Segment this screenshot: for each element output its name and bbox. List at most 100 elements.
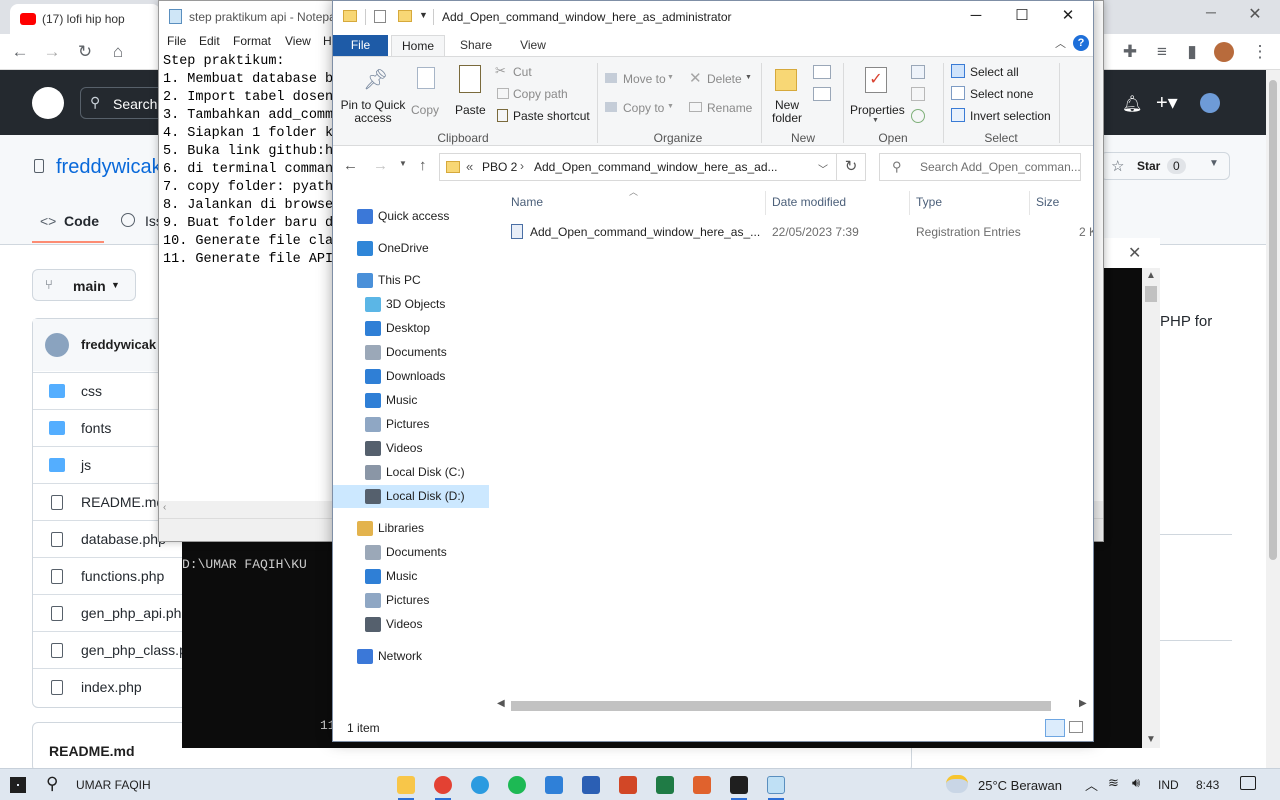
hscroll-thumb[interactable] — [511, 701, 1051, 711]
copy-to-button[interactable]: Copy to ▼ — [603, 98, 679, 118]
menu-edit[interactable]: Edit — [199, 34, 220, 48]
nav-item-libraries[interactable]: Libraries — [333, 517, 489, 540]
notepad-text-area[interactable]: Step praktikum: 1. Membuat database b 2. I… — [163, 53, 333, 269]
column-separator[interactable] — [1029, 191, 1030, 215]
column-name[interactable]: Name — [511, 195, 543, 209]
copy-path-button[interactable]: Copy path — [493, 85, 583, 103]
move-to-button[interactable]: Move to ▼ — [603, 69, 679, 89]
star-button[interactable]: ☆ Star 0 ▼ — [1100, 152, 1230, 180]
recent-locations-icon[interactable]: ▼ — [399, 159, 407, 168]
up-icon[interactable]: ↑ — [419, 157, 427, 174]
breadcrumb-pbo2[interactable]: PBO 2 — [482, 160, 517, 174]
menu-format[interactable]: Format — [233, 34, 271, 48]
powerpoint-taskbar-icon[interactable] — [619, 776, 637, 794]
rename-button[interactable]: Rename — [687, 98, 757, 118]
extensions-icon[interactable]: ✚ — [1118, 40, 1142, 64]
delete-button[interactable]: ✕ Delete ▼ — [687, 69, 757, 89]
new-folder-qat-icon[interactable] — [398, 10, 412, 22]
app-taskbar-icon[interactable] — [693, 776, 711, 794]
refresh-icon[interactable]: ↻ — [836, 153, 866, 181]
qat-dropdown-icon[interactable]: ▼ — [419, 10, 428, 20]
nav-item-downloads[interactable]: Downloads — [333, 365, 489, 388]
file-pane-hscroll[interactable]: ◀ ▶ — [493, 697, 1091, 714]
new-item-icon[interactable] — [813, 65, 831, 79]
column-date[interactable]: Date modified — [772, 195, 846, 209]
file-explorer-taskbar-icon[interactable] — [397, 776, 415, 794]
open-icon[interactable] — [911, 65, 925, 79]
new-folder-button[interactable]: New folder — [765, 61, 809, 129]
pin-quick-access-button[interactable]: 📌︎ Pin to Quick access — [337, 61, 409, 129]
tab-file[interactable]: File — [333, 35, 388, 56]
notepad-taskbar-icon[interactable] — [767, 776, 785, 794]
menu-kebab-icon[interactable]: ⋮ — [1248, 40, 1272, 64]
github-search-input[interactable]: ⚲ Search — [80, 87, 170, 119]
search-icon[interactable]: ⚲ — [46, 774, 58, 794]
branch-selector[interactable]: ⑂ main ▼ — [32, 269, 136, 301]
nav-item-pictures[interactable]: Pictures — [333, 413, 489, 436]
forward-icon[interactable]: → — [373, 157, 388, 174]
vscode-taskbar-icon[interactable] — [545, 776, 563, 794]
paste-shortcut-button[interactable]: Paste shortcut — [493, 107, 593, 125]
select-none-button[interactable]: Select none — [949, 85, 1059, 103]
copy-button[interactable]: Copy — [409, 61, 445, 129]
menu-help[interactable]: H — [323, 34, 332, 48]
scroll-right-icon[interactable]: ▶ — [1079, 698, 1087, 709]
readme-heading[interactable]: README.md — [49, 743, 135, 759]
paste-button[interactable]: Paste — [451, 61, 491, 129]
wifi-icon[interactable]: ≋ — [1108, 775, 1119, 791]
profile-avatar[interactable] — [1214, 42, 1234, 62]
nav-item-music[interactable]: Music — [333, 389, 489, 412]
weather-icon[interactable] — [946, 775, 968, 793]
tab-view[interactable]: View — [507, 35, 559, 56]
windows-start-icon[interactable] — [10, 777, 26, 793]
side-panel-icon[interactable]: ▮ — [1180, 40, 1204, 64]
easy-access-icon[interactable] — [813, 87, 831, 101]
chrome-taskbar-icon[interactable] — [434, 776, 452, 794]
select-all-button[interactable]: Select all — [949, 63, 1059, 81]
search-input[interactable]: ⚲ Search Add_Open_comman... — [879, 153, 1081, 181]
column-separator[interactable] — [909, 191, 910, 215]
column-type[interactable]: Type — [916, 195, 942, 209]
tab-code[interactable]: Code — [64, 213, 99, 229]
input-language[interactable]: IND — [1158, 778, 1179, 792]
large-icons-view-icon[interactable] — [1069, 721, 1083, 733]
details-view-icon[interactable] — [1045, 719, 1065, 737]
column-separator[interactable] — [765, 191, 766, 215]
nav-item-documents[interactable]: Documents — [333, 341, 489, 364]
volume-icon[interactable]: 🔊︎ — [1132, 775, 1140, 791]
browser-scrollbar[interactable] — [1266, 70, 1280, 768]
minimize-icon[interactable]: ─ — [1196, 4, 1226, 28]
reload-icon[interactable]: ↻ — [73, 40, 97, 64]
file-row[interactable]: Add_Open_command_window_here_as_... 22/0… — [505, 221, 1093, 243]
collapse-ribbon-icon[interactable]: ︿ — [1055, 35, 1066, 51]
close-icon[interactable]: ✕ — [1045, 1, 1091, 32]
github-logo-icon[interactable] — [32, 87, 64, 119]
scroll-down-icon[interactable]: ▼ — [1146, 734, 1156, 745]
nav-item-onedrive[interactable]: OneDrive — [333, 237, 489, 260]
nav-item-objects3d[interactable]: 3D Objects — [333, 293, 489, 316]
tab-share[interactable]: Share — [449, 35, 503, 56]
terminal-taskbar-icon[interactable] — [730, 776, 748, 794]
edge-taskbar-icon[interactable] — [471, 776, 489, 794]
scroll-up-icon[interactable]: ▲ — [1146, 270, 1156, 281]
address-bar[interactable]: « PBO 2 › Add_Open_command_window_here_a… — [439, 153, 837, 181]
taskbar-search-text[interactable]: UMAR FAQIH — [76, 778, 151, 792]
nav-item-local-d[interactable]: Local Disk (D:) — [333, 485, 489, 508]
nav-item-this-pc[interactable]: This PC — [333, 269, 489, 292]
spotify-taskbar-icon[interactable] — [508, 776, 526, 794]
back-icon[interactable]: ← — [8, 40, 32, 64]
column-size[interactable]: Size — [1036, 195, 1059, 209]
word-taskbar-icon[interactable] — [582, 776, 600, 794]
user-avatar[interactable] — [1200, 93, 1220, 113]
tab-home[interactable]: Home — [391, 35, 445, 56]
weather-text[interactable]: 25°C Berawan — [978, 778, 1062, 793]
back-icon[interactable]: ← — [343, 157, 358, 174]
close-icon[interactable]: ✕ — [1128, 243, 1141, 263]
repo-owner-link[interactable]: freddywicak — [56, 156, 162, 179]
nav-item-local-c[interactable]: Local Disk (C:) — [333, 461, 489, 484]
nav-item-lib-videos[interactable]: Videos — [333, 613, 489, 636]
close-icon[interactable]: ✕ — [1240, 4, 1270, 28]
terminal-scroll-thumb[interactable] — [1145, 286, 1157, 302]
nav-item-videos[interactable]: Videos — [333, 437, 489, 460]
breadcrumb-current[interactable]: Add_Open_command_window_here_as_ad... — [534, 160, 778, 174]
